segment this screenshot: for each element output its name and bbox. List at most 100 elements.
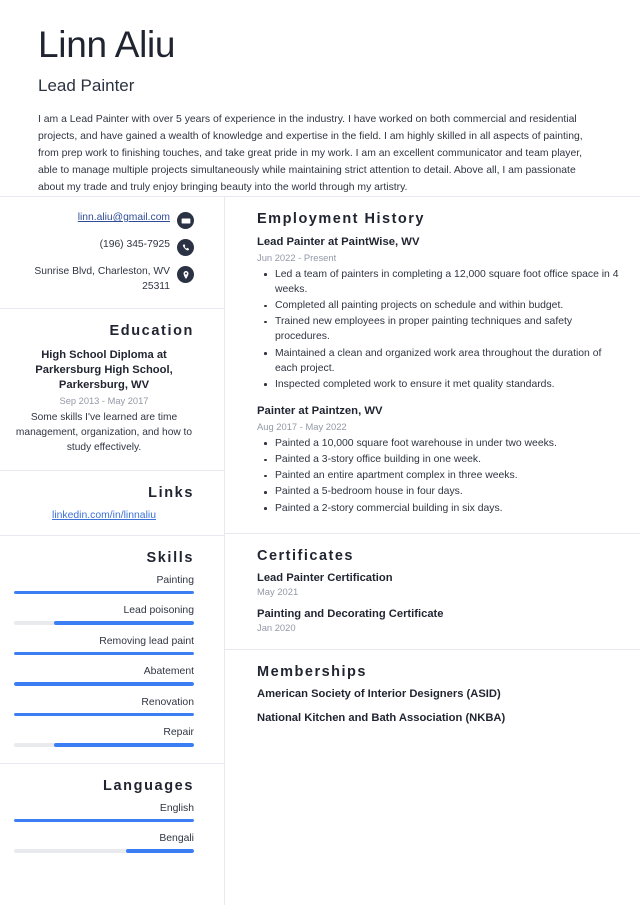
employment-bullet: Completed all painting projects on sched… (257, 298, 626, 313)
employment-bullet: Painted an entire apartment complex in t… (257, 468, 626, 483)
employment-bullet-list: Led a team of painters in completing a 1… (257, 267, 626, 393)
skills-section: Skills Painting Lead poisoning Removing le… (0, 536, 224, 764)
languages-section: Languages English Bengali (0, 764, 224, 869)
language-level-fill (125, 849, 194, 853)
skill-level-fill (53, 621, 194, 625)
employment-bullet: Painted a 3-story office building in one… (257, 452, 626, 467)
skill-level-fill (14, 682, 194, 686)
certificates-list: Lead Painter Certification May 2021 Painti… (257, 572, 626, 633)
languages-heading: Languages (103, 777, 194, 794)
employment-bullet: Led a team of painters in completing a 1… (257, 267, 626, 297)
employment-heading: Employment History (257, 211, 425, 227)
language-label: English (159, 802, 194, 814)
employment-entry-title: Painter at Paintzen, WV (257, 405, 383, 418)
phone-icon (177, 239, 194, 256)
skill-level-track (14, 712, 194, 717)
language-label: Bengali (159, 833, 194, 845)
employment-bullet: Painted a 5-bedroom house in four days. (257, 484, 626, 499)
location-pin-icon (177, 266, 194, 283)
contact-address-row[interactable]: Sunrise Blvd, Charleston, WV 25311 (14, 265, 194, 294)
education-section: Education High School Diploma at Parkers… (0, 309, 224, 471)
skill-label: Abatement (143, 666, 194, 678)
certificates-heading: Certificates (257, 547, 354, 564)
employment-bullet: Inspected completed work to ensure it me… (257, 377, 626, 392)
skill-level-fill (14, 590, 194, 595)
employment-bullet: Maintained a clean and organized work ar… (257, 346, 626, 376)
employment-bullet: Trained new employees in proper painting… (257, 314, 626, 344)
language-item: Bengali (14, 833, 194, 853)
languages-list: English Bengali (14, 803, 194, 853)
certificate-date: May 2021 (257, 585, 299, 597)
contact-phone-text: (196) 345-7925 (99, 239, 170, 250)
education-entry: High School Diploma at Parkersburg High … (14, 348, 194, 455)
language-level-track (14, 818, 194, 823)
certificate-name: Painting and Decorating Certificate (257, 607, 444, 620)
education-date: Sep 2013 - May 2017 (59, 396, 149, 407)
membership-item: American Society of Interior Designers (… (257, 687, 501, 700)
contact-email-text: linn.aliu@gmail.com (78, 211, 170, 226)
link-item-linkedin[interactable]: linkedin.com/in/linnaliu (14, 510, 194, 521)
certificates-section: Certificates Lead Painter Certification M… (225, 534, 640, 650)
skill-level-fill (14, 712, 194, 717)
employment-entry-date: Aug 2017 - May 2022 (257, 420, 347, 432)
employment-list: Lead Painter at PaintWise, WV Jun 2022 - … (257, 235, 626, 516)
employment-entry: Lead Painter at PaintWise, WV Jun 2022 - … (257, 235, 626, 392)
certificate-item: Lead Painter Certification May 2021 (257, 572, 626, 597)
skills-list: Painting Lead poisoning Removing lead pain… (14, 575, 194, 747)
certificate-item: Painting and Decorating Certificate Jan 2… (257, 608, 626, 633)
language-level-fill (14, 818, 194, 823)
skill-label: Removing lead paint (99, 635, 194, 647)
skill-level-track (14, 682, 194, 686)
certificate-name: Lead Painter Certification (257, 571, 393, 584)
language-item: English (14, 803, 194, 823)
resume-page: Linn Aliu Lead Painter I am a Lead Paint… (0, 0, 640, 905)
resume-body: linn.aliu@gmail.com (196) 345-7925 Sunri… (0, 197, 640, 905)
skill-item: Repair (14, 727, 194, 747)
skill-level-track (14, 621, 194, 625)
skill-level-track (14, 651, 194, 656)
employment-entry-title: Lead Painter at PaintWise, WV (257, 236, 420, 248)
contact-phone-row[interactable]: (196) 345-7925 (14, 238, 194, 256)
links-section: Links linkedin.com/in/linnaliu (0, 471, 224, 536)
skill-item: Removing lead paint (14, 636, 194, 656)
skill-level-fill (53, 743, 194, 747)
skill-item: Lead poisoning (14, 605, 194, 625)
skills-heading: Skills (146, 549, 194, 566)
candidate-job-title: Lead Painter (38, 76, 135, 96)
professional-summary: I am a Lead Painter with over 5 years of… (38, 114, 583, 193)
education-degree: High School Diploma at Parkersburg High … (35, 349, 173, 392)
skill-item: Renovation (14, 697, 194, 717)
contact-section: linn.aliu@gmail.com (196) 345-7925 Sunri… (0, 197, 224, 310)
skill-label: Repair (163, 727, 194, 739)
skill-label: Lead poisoning (123, 605, 195, 617)
contact-address-text: Sunrise Blvd, Charleston, WV 25311 (34, 266, 170, 292)
employment-section: Employment History Lead Painter at Paint… (225, 197, 640, 534)
skill-level-track (14, 590, 194, 595)
links-heading: Links (148, 484, 194, 501)
education-description: Some skills I've learned are time manage… (15, 412, 193, 453)
skill-label: Renovation (141, 696, 194, 708)
memberships-heading: Memberships (257, 663, 367, 680)
language-level-track (14, 849, 194, 853)
memberships-section: Memberships American Society of Interior… (225, 650, 640, 740)
employment-entry-date: Jun 2022 - Present (257, 251, 337, 263)
skill-item: Painting (14, 575, 194, 595)
employment-entry: Painter at Paintzen, WV Aug 2017 - May 20… (257, 404, 626, 516)
memberships-list: American Society of Interior Designers (… (257, 688, 626, 724)
main-column: Employment History Lead Painter at Paint… (225, 197, 640, 905)
membership-item: National Kitchen and Bath Association (N… (257, 711, 506, 724)
sidebar-column: linn.aliu@gmail.com (196) 345-7925 Sunri… (0, 197, 225, 905)
envelope-icon (177, 212, 194, 229)
skill-level-fill (14, 651, 194, 656)
email-link[interactable]: linn.aliu@gmail.com (78, 212, 170, 223)
candidate-name: Linn Aliu (38, 24, 176, 65)
skill-level-track (14, 743, 194, 747)
employment-bullet: Painted a 2-story commercial building in… (257, 501, 626, 516)
certificate-date: Jan 2020 (257, 621, 296, 633)
resume-header: Linn Aliu Lead Painter I am a Lead Paint… (0, 0, 640, 197)
contact-email-row[interactable]: linn.aliu@gmail.com (14, 211, 194, 229)
employment-bullet: Painted a 10,000 square foot warehouse i… (257, 436, 626, 451)
skill-label: Painting (156, 574, 194, 586)
education-heading: Education (109, 323, 194, 340)
employment-bullet-list: Painted a 10,000 square foot warehouse i… (257, 436, 626, 516)
